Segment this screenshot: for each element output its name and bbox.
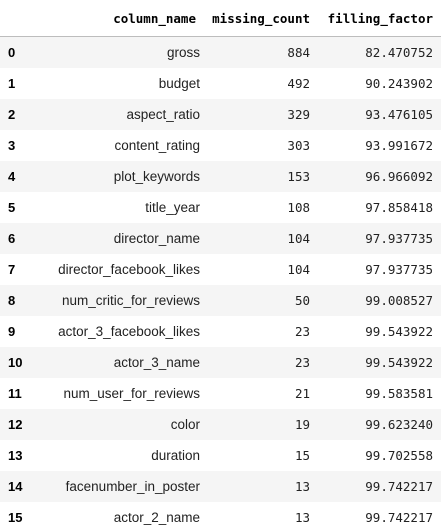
row-index: 0: [8, 44, 16, 60]
cell-column-name: aspect_ratio: [126, 106, 200, 122]
cell-filling-factor: 99.742217: [365, 478, 433, 494]
cell-column-name: actor_2_name: [113, 509, 200, 525]
table-row: 4 plot_keywords 153 96.966092: [0, 160, 441, 192]
cell-missing-count: 13: [294, 478, 310, 494]
row-index: 1: [8, 75, 16, 91]
table-row: 8 num_critic_for_reviews 50 99.008527: [0, 284, 441, 316]
table-row: 7 director_facebook_likes 104 97.937735: [0, 253, 441, 285]
table-row: 0 gross 884 82.470752: [0, 36, 441, 68]
cell-missing-count: 23: [294, 323, 310, 339]
cell-filling-factor: 93.991672: [365, 137, 433, 153]
cell-missing-count: 15: [294, 447, 310, 463]
table-row: 10 actor_3_name 23 99.543922: [0, 346, 441, 378]
cell-missing-count: 19: [294, 416, 310, 432]
cell-missing-count: 303: [287, 137, 310, 153]
cell-missing-count: 13: [294, 509, 310, 525]
cell-missing-count: 492: [287, 75, 310, 91]
cell-column-name: plot_keywords: [113, 168, 200, 184]
cell-column-name: actor_3_name: [113, 354, 200, 370]
table-row: 2 aspect_ratio 329 93.476105: [0, 98, 441, 130]
cell-filling-factor: 99.008527: [365, 292, 433, 308]
cell-missing-count: 21: [294, 385, 310, 401]
table-row: 15 actor_2_name 13 99.742217: [0, 501, 441, 532]
dataframe-output: column_name missing_count filling_factor…: [0, 0, 441, 532]
row-index: 9: [8, 323, 16, 339]
table-header: column_name missing_count filling_factor: [0, 0, 441, 37]
table-row: 9 actor_3_facebook_likes 23 99.543922: [0, 315, 441, 347]
cell-column-name: num_user_for_reviews: [63, 385, 200, 401]
column-header-column-name: column_name: [35, 0, 204, 37]
table-row: 11 num_user_for_reviews 21 99.583581: [0, 377, 441, 409]
cell-filling-factor: 99.742217: [365, 509, 433, 525]
cell-filling-factor: 99.543922: [365, 354, 433, 370]
cell-filling-factor: 90.243902: [365, 75, 433, 91]
cell-filling-factor: 97.858418: [365, 199, 433, 215]
column-header-missing-count: missing_count: [204, 0, 318, 37]
cell-column-name: actor_3_facebook_likes: [58, 323, 200, 339]
row-index: 10: [8, 354, 23, 370]
table-row: 12 color 19 99.623240: [0, 408, 441, 440]
table-row: 13 duration 15 99.702558: [0, 439, 441, 471]
table-row: 14 facenumber_in_poster 13 99.742217: [0, 470, 441, 502]
dataframe-table: column_name missing_count filling_factor…: [0, 0, 441, 532]
row-index: 13: [8, 447, 23, 463]
cell-column-name: budget: [158, 75, 200, 91]
cell-column-name: content_rating: [114, 137, 200, 153]
cell-missing-count: 329: [287, 106, 310, 122]
row-index: 3: [8, 137, 16, 153]
row-index: 2: [8, 106, 16, 122]
row-index: 7: [8, 261, 16, 277]
row-index: 14: [8, 478, 23, 494]
cell-column-name: facenumber_in_poster: [65, 478, 200, 494]
cell-column-name: duration: [151, 447, 200, 463]
table-row: 3 content_rating 303 93.991672: [0, 129, 441, 161]
index-header: [0, 0, 35, 37]
row-index: 15: [8, 509, 23, 525]
table-row: 6 director_name 104 97.937735: [0, 222, 441, 254]
cell-column-name: gross: [166, 44, 200, 60]
cell-filling-factor: 96.966092: [365, 168, 433, 184]
cell-filling-factor: 97.937735: [365, 261, 433, 277]
cell-missing-count: 50: [294, 292, 310, 308]
cell-filling-factor: 99.623240: [365, 416, 433, 432]
cell-column-name: title_year: [145, 199, 200, 215]
row-index: 12: [8, 416, 23, 432]
row-index: 4: [8, 168, 16, 184]
table-body: 0 gross 884 82.470752 1 budget 492 90.243902 2 as…: [0, 36, 441, 532]
cell-column-name: color: [170, 416, 200, 432]
cell-filling-factor: 82.470752: [365, 44, 433, 60]
row-index: 8: [8, 292, 16, 308]
cell-column-name: director_facebook_likes: [58, 261, 200, 277]
cell-missing-count: 104: [287, 230, 310, 246]
row-index: 5: [8, 199, 16, 215]
cell-filling-factor: 99.583581: [365, 385, 433, 401]
table-row: 5 title_year 108 97.858418: [0, 191, 441, 223]
cell-filling-factor: 99.702558: [365, 447, 433, 463]
cell-missing-count: 104: [287, 261, 310, 277]
cell-missing-count: 108: [287, 199, 310, 215]
cell-column-name: director_name: [113, 230, 200, 246]
header-row: column_name missing_count filling_factor: [0, 0, 441, 37]
table-row: 1 budget 492 90.243902: [0, 67, 441, 99]
row-index: 11: [8, 385, 22, 401]
cell-column-name: num_critic_for_reviews: [61, 292, 200, 308]
column-header-filling-factor: filling_factor: [318, 0, 441, 37]
cell-filling-factor: 97.937735: [365, 230, 433, 246]
cell-missing-count: 23: [294, 354, 310, 370]
cell-filling-factor: 99.543922: [365, 323, 433, 339]
cell-missing-count: 153: [287, 168, 310, 184]
cell-missing-count: 884: [287, 44, 310, 60]
row-index: 6: [8, 230, 16, 246]
cell-filling-factor: 93.476105: [365, 106, 433, 122]
